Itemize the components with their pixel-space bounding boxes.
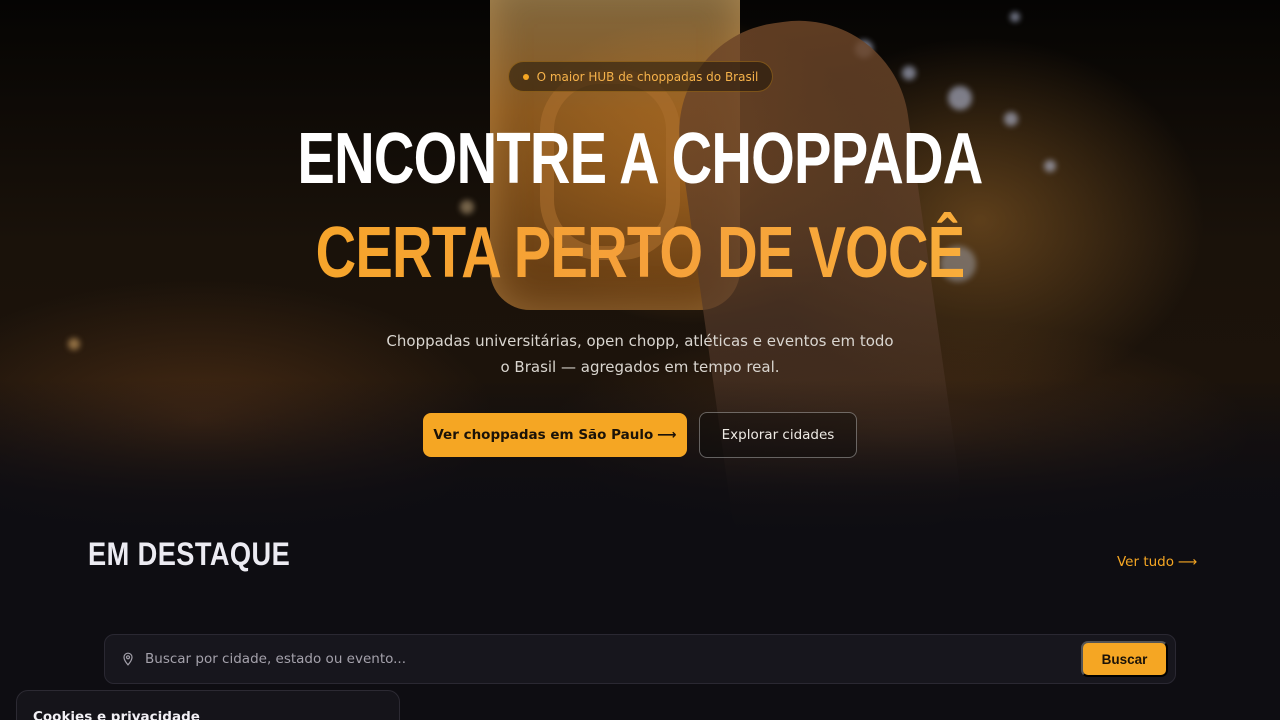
hero-subtitle: Choppadas universitárias, open chopp, at… [386, 332, 894, 376]
bokeh-light [948, 86, 972, 110]
badge-dot-icon [522, 73, 529, 80]
bokeh-light [902, 66, 916, 80]
featured-section-title: EM DESTAQUE [88, 536, 291, 572]
hero-badge: O maior HUB de choppadas do Brasil [508, 61, 773, 92]
bokeh-light [68, 338, 80, 350]
search-button[interactable]: Buscar [1081, 641, 1168, 677]
arrow-right-icon: ⟶ [1178, 554, 1198, 570]
hero-badge-label: O maior HUB de choppadas do Brasil [536, 69, 759, 84]
see-sao-paulo-button[interactable]: Ver choppadas em São Paulo ⟶ [423, 413, 687, 457]
search-bar: Buscar [104, 634, 1176, 684]
see-all-link[interactable]: Ver tudo ⟶ [1117, 554, 1197, 570]
map-pin-icon [121, 652, 135, 666]
bokeh-light [1010, 12, 1020, 22]
see-all-label: Ver tudo [1117, 554, 1175, 570]
headline-line-2: CERTA PERTO DE VOCÊ [141, 206, 1139, 300]
headline-line-1: ENCONTRE A CHOPPADA [297, 119, 983, 199]
arrow-right-icon: ⟶ [657, 427, 677, 443]
hero-headline: ENCONTRE A CHOPPADA CERTA PERTO DE VOCÊ [141, 112, 1139, 300]
hero-fade-overlay [0, 380, 1280, 540]
explore-cities-label: Explorar cidades [721, 427, 835, 443]
see-sao-paulo-label: Ver choppadas em São Paulo [433, 427, 654, 443]
search-input[interactable] [145, 651, 1081, 667]
explore-cities-button[interactable]: Explorar cidades [699, 412, 857, 458]
cookie-banner-title: Cookies e privacidade [33, 709, 200, 720]
cookie-banner: Cookies e privacidade [16, 690, 400, 720]
